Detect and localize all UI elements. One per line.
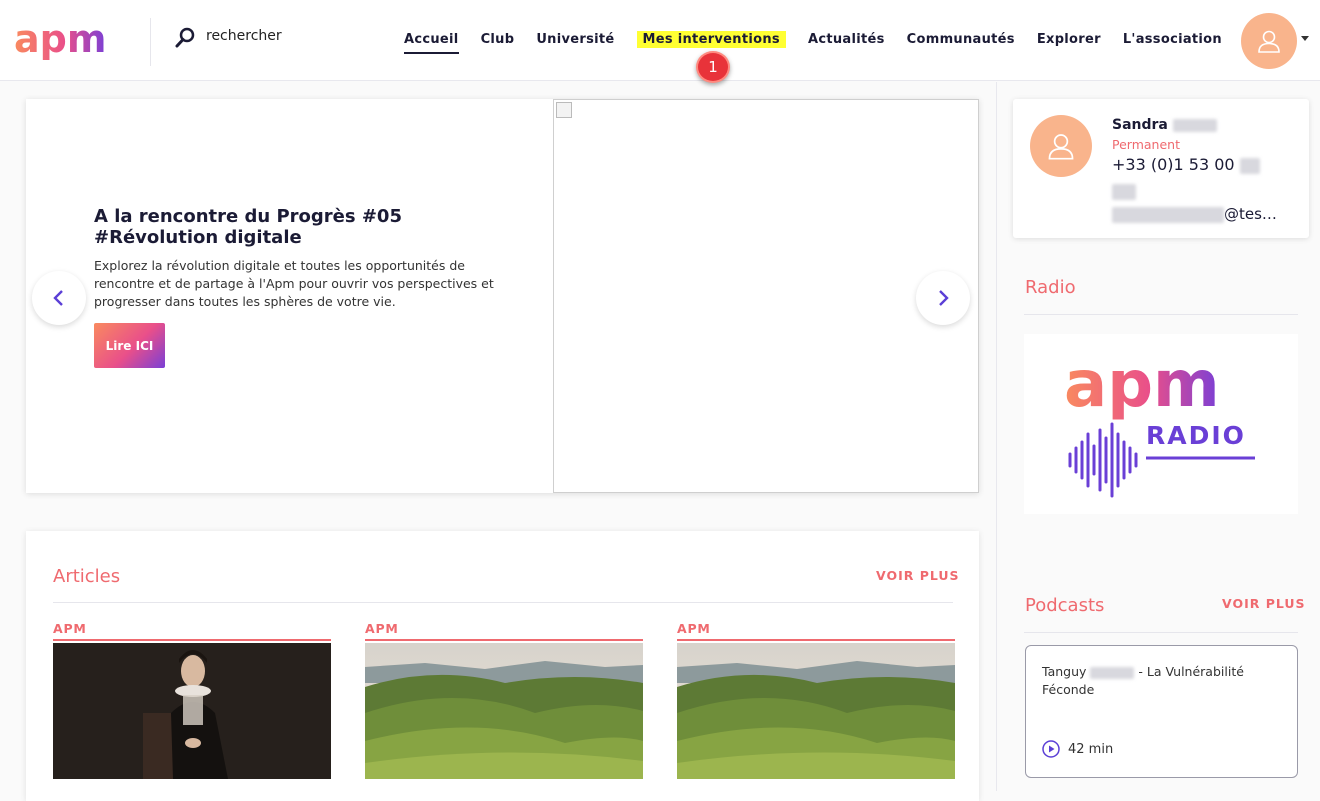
podcast-item[interactable]: Tanguy - La Vulnérabilité Féconde 42 min	[1025, 645, 1298, 778]
article-image-portrait[interactable]	[53, 643, 331, 779]
read-button[interactable]: Lire ICI	[94, 323, 165, 368]
redacted-phone-cont	[1112, 181, 1136, 200]
redacted-email	[1112, 206, 1224, 223]
user-avatar[interactable]	[1241, 13, 1297, 69]
column-divider	[996, 82, 997, 791]
broken-image-icon	[556, 102, 572, 118]
profile-card: Sandra Permanent +33 (0)1 53 00 @tes…	[1013, 99, 1309, 238]
redacted-block	[1112, 183, 1136, 200]
article-image-landscape[interactable]	[365, 643, 643, 779]
article-image-landscape[interactable]	[677, 643, 955, 779]
podcast-guest: Tanguy	[1042, 664, 1087, 679]
apm-radio-logo[interactable]: apm RADIO	[1024, 334, 1298, 514]
svg-text:apm: apm	[14, 20, 106, 61]
profile-first-name: Sandra	[1112, 117, 1168, 133]
chevron-down-icon[interactable]	[1301, 36, 1309, 41]
articles-title: Articles	[53, 566, 121, 587]
user-icon	[1048, 134, 1074, 160]
article-card[interactable]: APM	[365, 621, 643, 779]
nav-communautes[interactable]: Communautés	[907, 30, 1015, 54]
articles-see-more[interactable]: VOIR PLUS	[876, 568, 960, 583]
podcasts-divider	[1024, 632, 1298, 633]
header-divider	[150, 18, 151, 66]
redacted-surname	[1172, 118, 1217, 132]
podcast-title: Tanguy - La Vulnérabilité Féconde	[1042, 663, 1272, 699]
article-card[interactable]: APM	[677, 621, 955, 779]
chevron-right-icon	[939, 290, 949, 306]
hero-title: A la rencontre du Progrès #05 #Révolutio…	[94, 206, 402, 248]
redacted-phone	[1239, 157, 1260, 174]
podcasts-see-more[interactable]: VOIR PLUS	[1222, 596, 1306, 611]
profile-phone: +33 (0)1 53 00	[1112, 155, 1260, 174]
nav-accueil[interactable]: Accueil	[404, 30, 459, 54]
profile-email-suffix: @tes…	[1224, 205, 1277, 223]
podcast-duration-text: 42 min	[1068, 741, 1114, 757]
article-card[interactable]: APM	[53, 621, 331, 779]
nav-mes-interventions-label: Mes interventions	[636, 31, 786, 48]
step-badge: 1	[696, 51, 730, 83]
main-nav: Accueil Club Université Mes intervention…	[404, 30, 1244, 54]
article-tag: APM	[677, 621, 955, 641]
hero-carousel: A la rencontre du Progrès #05 #Révolutio…	[26, 99, 979, 493]
nav-association[interactable]: L'association	[1123, 30, 1222, 54]
profile-role: Permanent	[1112, 137, 1180, 152]
search-icon[interactable]	[174, 27, 196, 49]
podcast-duration: 42 min	[1042, 740, 1113, 758]
profile-phone-number: +33 (0)1 53 00	[1112, 155, 1235, 174]
profile-name: Sandra	[1112, 117, 1217, 133]
carousel-prev-button[interactable]	[32, 271, 86, 325]
article-tag: APM	[53, 621, 331, 641]
podcasts-title: Podcasts	[1025, 595, 1105, 616]
search-input[interactable]: rechercher	[206, 28, 282, 44]
user-icon	[1258, 30, 1280, 53]
redacted-guest-name	[1090, 666, 1135, 679]
article-tag: APM	[365, 621, 643, 641]
profile-avatar[interactable]	[1030, 115, 1092, 177]
nav-actualites[interactable]: Actualités	[808, 30, 885, 54]
articles-section: Articles VOIR PLUS APM APM APM	[26, 531, 979, 801]
radio-divider	[1024, 314, 1298, 315]
radio-title: Radio	[1025, 277, 1076, 298]
play-icon[interactable]	[1042, 740, 1060, 758]
svg-text:apm: apm	[1064, 348, 1220, 422]
apm-logo[interactable]: apm	[14, 20, 120, 64]
profile-email[interactable]: @tes…	[1112, 205, 1277, 223]
carousel-next-button[interactable]	[916, 271, 970, 325]
svg-text:RADIO: RADIO	[1146, 421, 1246, 450]
articles-divider	[53, 602, 953, 603]
top-bar: apm rechercher Accueil Club Université M…	[0, 0, 1320, 81]
nav-universite[interactable]: Université	[536, 30, 614, 54]
chevron-left-icon	[53, 290, 63, 306]
nav-explorer[interactable]: Explorer	[1037, 30, 1101, 54]
nav-club[interactable]: Club	[481, 30, 515, 54]
hero-description: Explorez la révolution digitale et toute…	[94, 258, 494, 309]
